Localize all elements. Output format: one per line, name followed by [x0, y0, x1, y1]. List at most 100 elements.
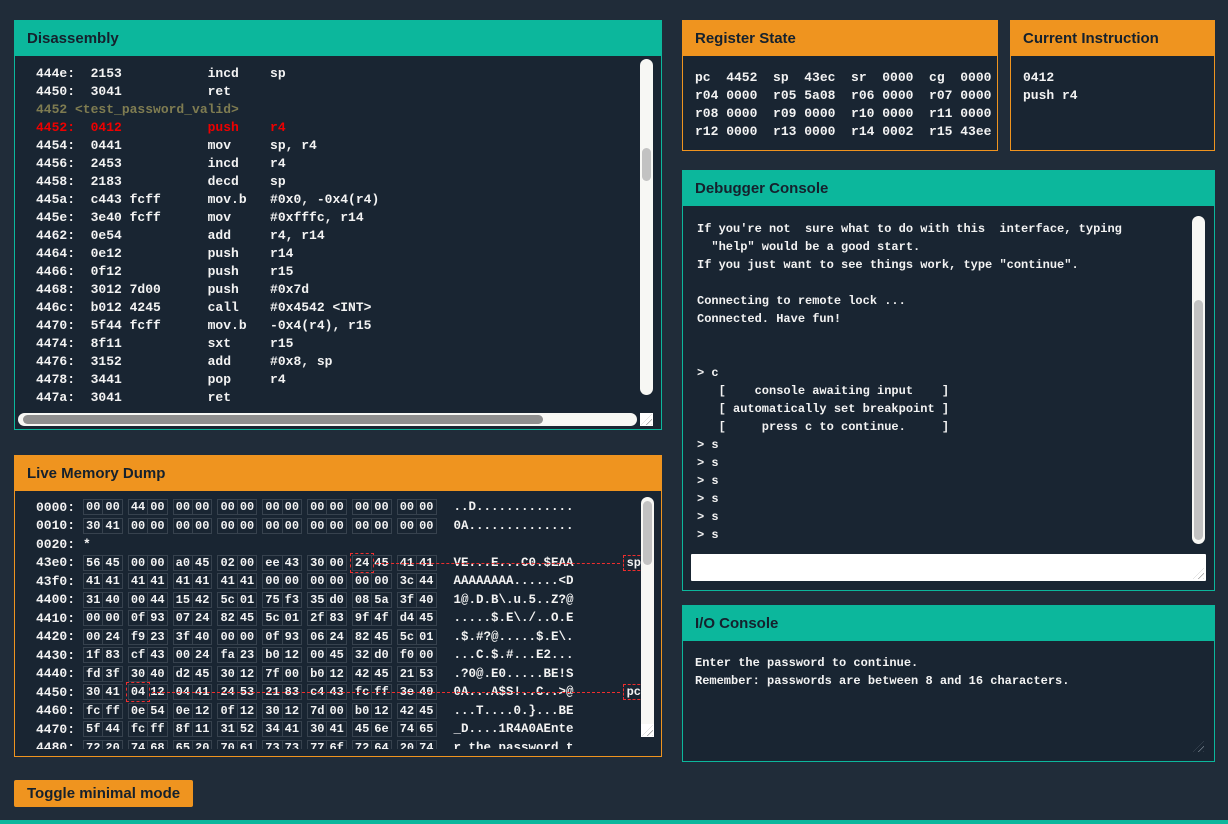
memory-ascii: _D....1R4A0AEnte — [454, 722, 574, 736]
disassembly-horizontal-scrollbar[interactable] — [18, 413, 637, 426]
resize-grip[interactable] — [1192, 567, 1205, 580]
memory-byte: 41 — [83, 573, 103, 589]
memory-byte: 00 — [282, 499, 302, 515]
memory-word: 35d0 — [307, 592, 347, 608]
memory-word: 3441 — [262, 721, 302, 737]
memory-byte: ff — [102, 703, 122, 719]
memory-word: 7468 — [128, 740, 168, 749]
disassembly-vertical-scrollbar[interactable] — [640, 59, 653, 395]
register-state-header: Register State — [683, 21, 997, 56]
memory-word: 0000 — [173, 499, 213, 515]
resize-grip[interactable] — [640, 413, 653, 426]
memory-word: 4245 — [397, 703, 437, 719]
debugger-console-scrollbar[interactable] — [1192, 216, 1205, 544]
toggle-minimal-mode-button[interactable]: Toggle minimal mode — [14, 780, 193, 807]
memory-byte: 0e — [173, 703, 193, 719]
memory-words: fd3f3040d24530127f00b01242452153 — [83, 666, 442, 682]
debugger-command-input[interactable] — [691, 554, 1206, 581]
memory-word: 0000 — [128, 518, 168, 534]
memory-byte: 72 — [83, 740, 103, 749]
scrollbar-thumb[interactable] — [642, 148, 651, 181]
memory-word: 3f40 — [397, 592, 437, 608]
memory-byte: 0f — [262, 629, 282, 645]
memory-byte: 41 — [237, 573, 257, 589]
memory-byte: 0f — [128, 610, 148, 626]
debugger-console-panel: Debugger Console If you're not sure what… — [682, 170, 1215, 591]
memory-word: 0024 — [173, 647, 213, 663]
memory-address: 4460: — [36, 703, 83, 718]
memory-address: 0010: — [36, 518, 83, 533]
memory-byte: 00 — [217, 629, 237, 645]
memory-word: 75f3 — [262, 592, 302, 608]
memory-word: 0000 — [397, 518, 437, 534]
scrollbar-thumb[interactable] — [1194, 300, 1203, 540]
memory-byte: 3c — [397, 573, 417, 589]
memory-byte: 77 — [307, 740, 327, 749]
memory-byte: 12 — [282, 703, 302, 719]
memory-word: 0f93 — [262, 629, 302, 645]
memory-byte: 61 — [237, 740, 257, 749]
scrollbar-thumb[interactable] — [643, 501, 652, 565]
memory-word: 456e — [352, 721, 392, 737]
memory-byte: 00 — [147, 555, 167, 571]
memory-byte: 82 — [217, 610, 237, 626]
debugger-console-output[interactable]: If you're not sure what to do with this … — [689, 212, 1208, 550]
memory-byte: 00 — [282, 573, 302, 589]
memory-byte: 12 — [237, 666, 257, 682]
memory-word: 0e54 — [128, 703, 168, 719]
memory-byte: 40 — [102, 592, 122, 608]
memory-byte: 53 — [416, 666, 436, 682]
memory-dump-view[interactable]: 0000:00004400000000000000000000000000..D… — [15, 491, 661, 756]
io-console-body: Enter the password to continue. Remember… — [683, 641, 1214, 761]
memory-byte: 41 — [128, 573, 148, 589]
io-console-line: Enter the password to continue. — [695, 654, 1214, 672]
memory-word: 0000 — [307, 499, 347, 515]
memory-byte: 00 — [326, 518, 346, 534]
scrollbar-thumb[interactable] — [23, 415, 543, 424]
memory-ascii: ..D............. — [454, 500, 574, 514]
memory-word: 0000 — [83, 610, 123, 626]
memory-byte: 5f — [83, 721, 103, 737]
memory-byte: f0 — [397, 647, 417, 663]
disasm-row: 4464: 0e12 push r14 — [36, 245, 661, 263]
memory-byte: 65 — [416, 721, 436, 737]
memory-byte: ee — [262, 555, 282, 571]
memory-byte: 43 — [282, 555, 302, 571]
pc-pointer-line — [152, 692, 620, 693]
memory-byte: 73 — [262, 740, 282, 749]
memory-dump-panel: Live Memory Dump 0000:000044000000000000… — [14, 455, 662, 757]
sp-pointer-line — [376, 563, 620, 564]
memory-word: 0000 — [217, 499, 257, 515]
memory-words: 5f44fcff8f11315234413041456e7465 — [83, 721, 442, 737]
memory-byte-pc-highlight: 04 — [128, 684, 148, 700]
memory-byte: a0 — [173, 555, 193, 571]
memory-byte: 24 — [192, 647, 212, 663]
memory-byte: 45 — [192, 555, 212, 571]
memory-byte: 23 — [147, 629, 167, 645]
memory-byte: 42 — [352, 666, 372, 682]
memory-word: 2153 — [397, 666, 437, 682]
memory-word: 0000 — [128, 555, 168, 571]
memory-byte: 00 — [83, 629, 103, 645]
debugger-console-line: > s — [697, 454, 1208, 472]
memory-byte: 00 — [416, 518, 436, 534]
memory-byte: 00 — [262, 499, 282, 515]
memory-ascii: .?0@.E0.....BE!S — [454, 667, 574, 681]
memory-dump-scrollbar[interactable] — [641, 497, 654, 737]
disasm-row: 4462: 0e54 add r4, r14 — [36, 227, 661, 245]
memory-byte: 00 — [416, 647, 436, 663]
memory-ascii: .$.#?@.....$.E\. — [454, 630, 574, 644]
memory-address: 4450: — [36, 685, 83, 700]
memory-byte: 00 — [352, 518, 372, 534]
disassembly-view[interactable]: 444e: 2153 incd sp4450: 3041 ret 4452 <t… — [15, 56, 661, 429]
resize-grip[interactable] — [641, 724, 654, 737]
memory-word: a045 — [173, 555, 213, 571]
memory-byte: 41 — [102, 684, 122, 700]
memory-word: b012 — [262, 647, 302, 663]
memory-byte: 34 — [262, 721, 282, 737]
memory-byte: 41 — [326, 721, 346, 737]
memory-byte: 00 — [83, 610, 103, 626]
memory-word: fd3f — [83, 666, 123, 682]
memory-byte: 00 — [371, 573, 391, 589]
resize-grip[interactable] — [1192, 740, 1205, 753]
